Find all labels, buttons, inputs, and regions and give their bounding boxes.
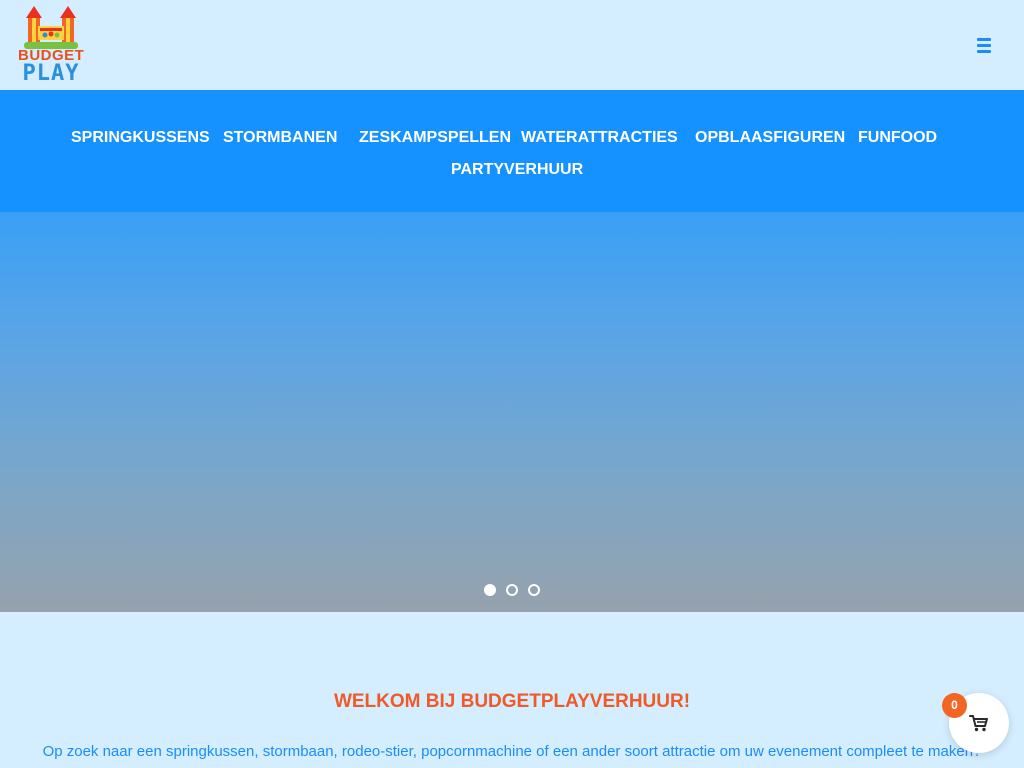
nav-item-zeskampspellen[interactable]: ZESKAMPSPELLEN — [359, 128, 511, 148]
menu-toggle-icon[interactable] — [975, 36, 995, 54]
nav-item-waterattracties[interactable]: WATERATTRACTIES — [521, 128, 678, 148]
slider-dot-2[interactable] — [506, 584, 518, 596]
logo-text-play: PLAY — [22, 61, 80, 86]
welcome-heading: WELKOM BIJ BUDGETPLAYVERHUUR! — [333, 691, 691, 712]
main-navigation: SPRINGKUSSENS STORMBANEN ZESKAMPSPELLEN … — [0, 90, 1024, 212]
intro-text: Op zoek naar een springkussen, stormbaan… — [42, 743, 982, 760]
nav-item-opblaasfiguren[interactable]: OPBLAASFIGUREN — [695, 128, 845, 148]
nav-item-funfood[interactable]: FUNFOOD — [858, 128, 937, 148]
nav-item-partyverhuur[interactable]: PARTYVERHUUR — [451, 160, 583, 180]
slider-dot-1[interactable] — [484, 584, 496, 596]
cart-count-badge: 0 — [942, 693, 967, 718]
hero-slider — [0, 212, 1024, 612]
site-header: BUDGET PLAY — [0, 0, 1024, 90]
nav-item-springkussens[interactable]: SPRINGKUSSENS — [71, 128, 210, 148]
budget-play-logo[interactable]: BUDGET PLAY — [18, 4, 84, 88]
bouncy-castle-icon — [24, 6, 78, 49]
nav-item-stormbanen[interactable]: STORMBANEN — [223, 128, 337, 148]
shopping-cart-icon — [969, 715, 988, 732]
slider-dot-3[interactable] — [528, 584, 540, 596]
